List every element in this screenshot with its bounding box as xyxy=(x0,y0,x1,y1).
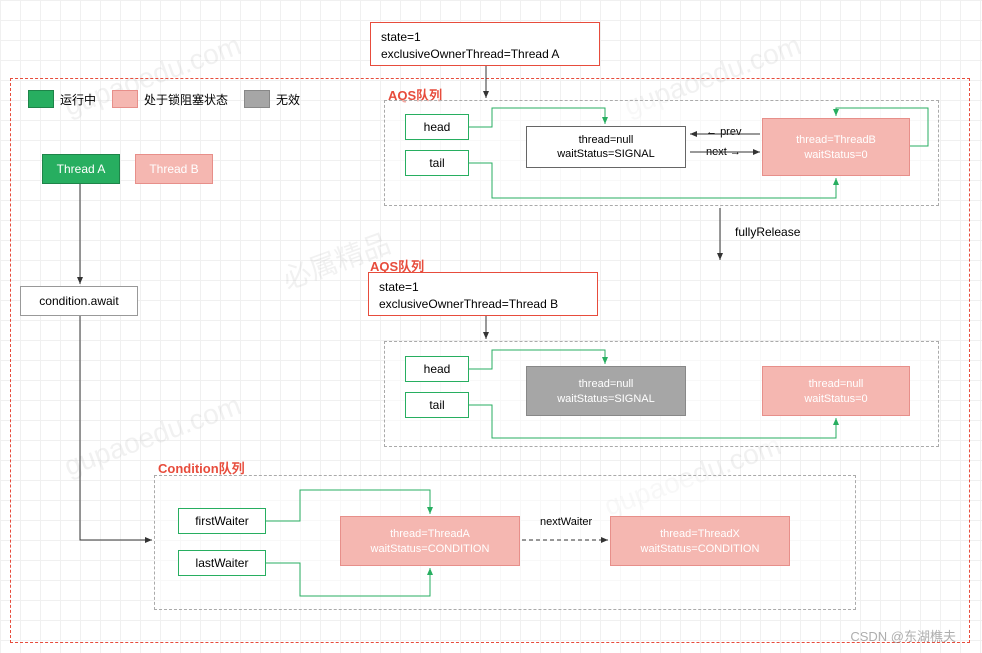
thread-a-box: Thread A xyxy=(42,154,120,184)
legend-invalid-label: 无效 xyxy=(276,91,300,108)
legend-blocked-label: 处于锁阻塞状态 xyxy=(144,91,228,108)
aqs1-node2: thread=ThreadB waitStatus=0 xyxy=(762,118,910,176)
cond-node2-l2: waitStatus=CONDITION xyxy=(611,542,789,557)
cond-node2-l1: thread=ThreadX xyxy=(611,527,789,542)
cond-node2: thread=ThreadX waitStatus=CONDITION xyxy=(610,516,790,566)
aqs2-node2: thread=null waitStatus=0 xyxy=(762,366,910,416)
legend-invalid-swatch xyxy=(244,90,270,108)
cond-node1-l1: thread=ThreadA xyxy=(341,527,519,542)
prev-label: ← prev xyxy=(706,126,741,138)
aqs2-tail: tail xyxy=(405,392,469,418)
aqs1-node1: thread=null waitStatus=SIGNAL xyxy=(526,126,686,168)
aqs1-head: head xyxy=(405,114,469,140)
aqs1-node1-l1: thread=null xyxy=(527,133,685,147)
first-waiter: firstWaiter xyxy=(178,508,266,534)
aqs2-node1-l1: thread=null xyxy=(527,377,685,392)
aqs2-node2-l1: thread=null xyxy=(763,377,909,392)
last-waiter: lastWaiter xyxy=(178,550,266,576)
aqs1-tail: tail xyxy=(405,150,469,176)
condition-await-box: condition.await xyxy=(20,286,138,316)
state-box-2: state=1 exclusiveOwnerThread=Thread B xyxy=(368,272,598,316)
state-line1: state=1 xyxy=(381,29,589,46)
aqs1-node2-l1: thread=ThreadB xyxy=(763,133,909,148)
cond-node1-l2: waitStatus=CONDITION xyxy=(341,542,519,557)
fully-release-label: fullyRelease xyxy=(735,225,800,239)
legend: 运行中 处于锁阻塞状态 无效 xyxy=(28,90,310,108)
legend-running-label: 运行中 xyxy=(60,91,96,108)
state-line2: exclusiveOwnerThread=Thread A xyxy=(381,46,589,63)
next-waiter-label: nextWaiter xyxy=(540,516,592,528)
state-box-top: state=1 exclusiveOwnerThread=Thread A xyxy=(370,22,600,66)
state2-line2: exclusiveOwnerThread=Thread B xyxy=(379,296,587,313)
aqs2-head: head xyxy=(405,356,469,382)
cond-node1: thread=ThreadA waitStatus=CONDITION xyxy=(340,516,520,566)
thread-b-box: Thread B xyxy=(135,154,213,184)
legend-blocked-swatch xyxy=(112,90,138,108)
legend-running-swatch xyxy=(28,90,54,108)
aqs2-node1: thread=null waitStatus=SIGNAL xyxy=(526,366,686,416)
aqs2-node1-l2: waitStatus=SIGNAL xyxy=(527,392,685,407)
state2-line1: state=1 xyxy=(379,279,587,296)
aqs1-node1-l2: waitStatus=SIGNAL xyxy=(527,147,685,161)
aqs2-node2-l2: waitStatus=0 xyxy=(763,392,909,407)
aqs1-node2-l2: waitStatus=0 xyxy=(763,148,909,163)
csdn-watermark: CSDN @东湖樵夫 xyxy=(850,626,956,645)
next-label: next → xyxy=(706,146,741,158)
